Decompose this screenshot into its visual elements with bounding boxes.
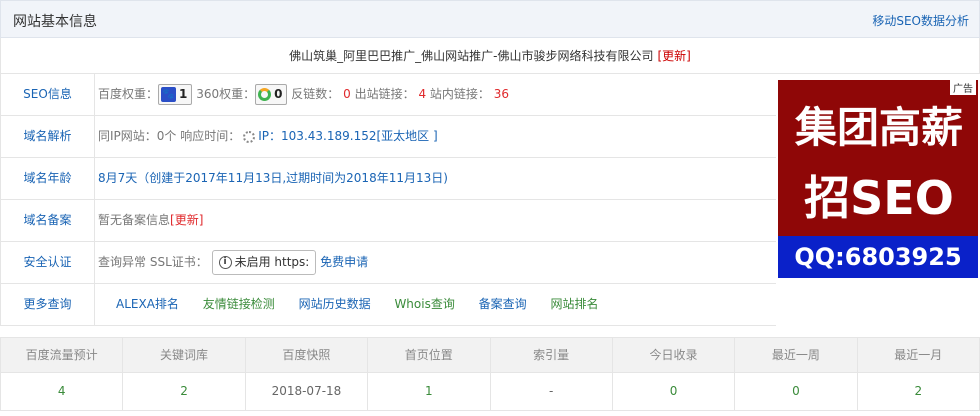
stats-value-cell[interactable]: 4 [1,373,124,410]
seo-row: SEO信息 百度权重： 🐾 1 360权重： 0 反链数： 0 出站链接： 4 站内链… [0,74,776,116]
site-title: 佛山筑巢_阿里巴巴推广_佛山网站推广-佛山市骏步网络科技有限公司 [289,49,654,63]
stats-value-cell[interactable]: 2 [858,373,979,410]
stats-table: 百度流量预计 关键词库 百度快照 首页位置 索引量 今日收录 最近一周 最近一月… [0,337,980,411]
alexa-rank-link[interactable]: ALEXA排名 [116,297,179,311]
stats-value-cell: - [491,373,613,410]
whois-link[interactable]: Whois查询 [394,297,454,311]
stats-header-cell: 今日收录 [613,338,736,372]
site-rank-link[interactable]: 网站排名 [551,297,599,311]
security-label: 安全认证 [1,242,95,283]
baidu-paw-icon: 🐾 [161,87,177,102]
https-status-text: 未启用 https: [234,255,310,269]
baidu-weight-value: 1 [179,87,188,101]
ad-tag: 广告 [950,80,976,95]
loading-spinner-icon [243,130,256,143]
record-text: 暂无备案信息 [98,213,171,227]
backlinks-value: 0 [343,87,351,101]
stats-header-cell: 关键词库 [123,338,246,372]
more-label: 更多查询 [1,284,95,325]
outlinks-label: 出站链接： [354,87,415,101]
security-status: 查询异常 [98,255,147,269]
outlinks-value: 4 [418,87,427,101]
security-row: 安全认证 查询异常 SSL证书： i 未启用 https: 免费申请 [0,242,776,284]
more-row: 更多查询 ALEXA排名 友情链接检测 网站历史数据 Whois查询 备案查询 … [0,284,776,326]
360-weight-label: 360权重： [196,87,256,101]
360-weight-value: 0 [274,87,283,101]
stats-header-cell: 最近一月 [894,348,943,362]
more-links: ALEXA排名 友情链接检测 网站历史数据 Whois查询 备案查询 网站排名 [116,284,619,325]
age-label: 域名年龄 [1,158,95,199]
domain-label: 域名解析 [1,116,95,157]
ssl-label: SSL证书： [149,255,208,269]
record-update-link[interactable]: [更新] [170,213,203,227]
record-content: 暂无备案信息[更新] [98,200,203,241]
stats-header-cell: 索引量 [491,338,613,372]
stats-value-cell[interactable]: 2018-07-18 [246,373,369,410]
360-logo-icon [258,88,272,101]
header-bar: 网站基本信息 移动SEO数据分析 [0,0,980,38]
stats-header: 百度流量预计 关键词库 百度快照 首页位置 索引量 今日收录 最近一周 最近一月 [0,337,980,373]
backlinks-label: 反链数： [291,87,340,101]
ad-line2: 招SEO [804,171,954,225]
stats-header-cell: 首页位置 [368,338,491,372]
ip-link[interactable]: IP：103.43.189.152[亚太地区 ] [258,129,437,143]
age-row: 域名年龄 8月7天（创建于2017年11月13日,过期时间为2018年11月13… [0,158,776,200]
360-weight-badge[interactable]: 0 [255,84,288,105]
record-query-link[interactable]: 备案查询 [479,297,527,311]
baidu-weight-badge[interactable]: 🐾 1 [158,84,193,105]
stats-value-cell[interactable]: 2 [123,373,246,410]
stats-value-cell[interactable]: 0 [613,373,736,410]
response-time-label: 响应时间： [180,129,241,143]
https-status-box: i 未启用 https: [211,250,317,275]
info-table: SEO信息 百度权重： 🐾 1 360权重： 0 反链数： 0 出站链接： 4 站内链… [0,74,776,326]
site-history-link[interactable]: 网站历史数据 [299,297,371,311]
same-ip-text: 同IP网站：0个 [98,129,177,143]
stats-value-cell[interactable]: 0 [735,373,858,410]
site-title-row: 佛山筑巢_阿里巴巴推广_佛山网站推广-佛山市骏步网络科技有限公司 [更新] [0,38,980,74]
stats-value-cell[interactable]: 1 [368,373,491,410]
domain-age-link[interactable]: 8月7天（创建于2017年11月13日,过期时间为2018年11月13日) [98,171,448,185]
friend-link-check-link[interactable]: 友情链接检测 [203,297,275,311]
ad-line1: 集团高薪 [794,103,963,152]
stats-header-cell: 最近一周 [735,338,858,372]
record-label: 域名备案 [1,200,95,241]
inlinks-value: 36 [493,87,510,101]
seo-label: SEO信息 [1,74,95,115]
site-update-link[interactable]: [更新] [657,49,690,63]
domain-content: 同IP网站：0个 响应时间： IP：103.43.189.152[亚太地区 ] [98,116,438,157]
seo-content: 百度权重： 🐾 1 360权重： 0 反链数： 0 出站链接： 4 站内链接： 36 [98,74,509,115]
mobile-seo-link[interactable]: 移动SEO数据分析 [872,12,969,29]
security-content: 查询异常 SSL证书： i 未启用 https: 免费申请 [98,242,368,283]
info-icon: i [218,256,232,269]
record-row: 域名备案 暂无备案信息[更新] [0,200,776,242]
inlinks-label: 站内链接： [429,87,490,101]
age-content: 8月7天（创建于2017年11月13日,过期时间为2018年11月13日) [98,158,448,199]
domain-row: 域名解析 同IP网站：0个 响应时间： IP：103.43.189.152[亚太地… [0,116,776,158]
free-apply-link[interactable]: 免费申请 [320,255,368,269]
ad-qq: QQ:6803925 [778,236,978,278]
page-title: 网站基本信息 [13,14,97,30]
baidu-weight-label: 百度权重： [98,87,159,101]
ad-banner[interactable]: 广告 集团高薪 招SEO QQ:6803925 [778,80,978,278]
stats-row: 4 2 2018-07-18 1 - 0 0 2 [0,373,980,411]
stats-header-cell: 百度快照 [246,338,369,372]
stats-header-cell: 百度流量预计 [1,338,124,372]
